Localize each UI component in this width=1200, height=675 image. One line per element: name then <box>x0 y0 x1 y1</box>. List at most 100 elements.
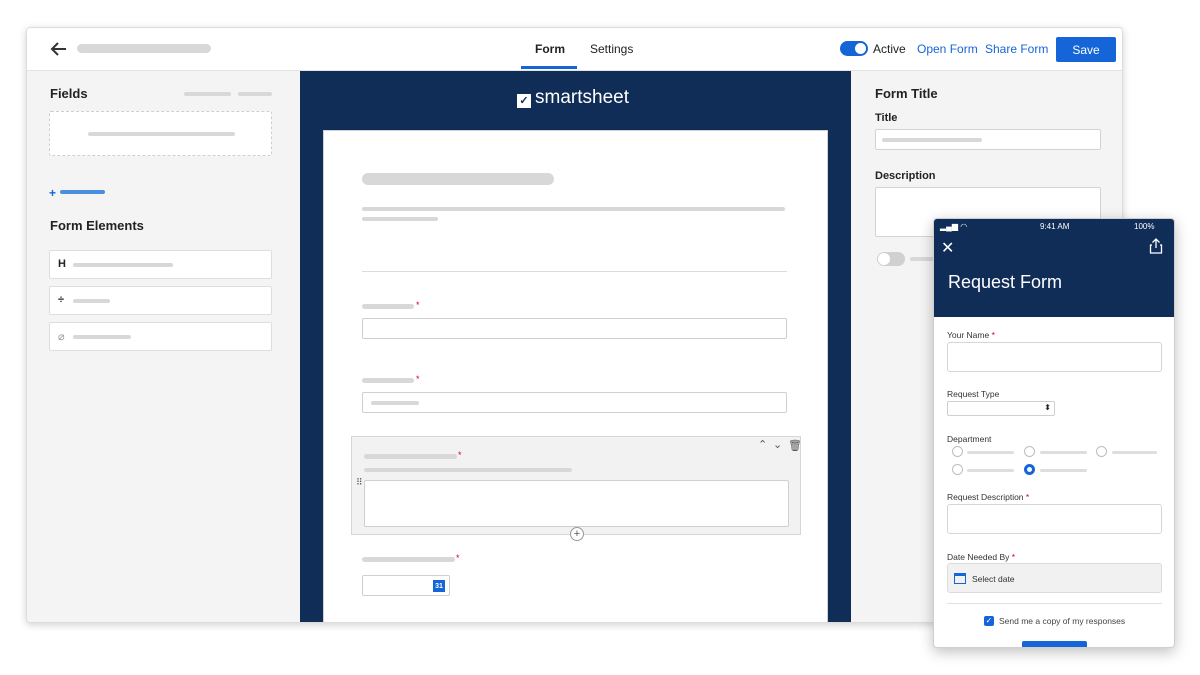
trash-icon[interactable]: 🗑 <box>788 439 802 452</box>
title-input[interactable] <box>875 129 1101 150</box>
fields-control-placeholder <box>184 92 231 96</box>
title-label: Title <box>875 112 898 124</box>
field-help-placeholder <box>364 468 572 472</box>
radio-label-placeholder <box>967 469 1014 472</box>
text-field[interactable] <box>362 318 787 339</box>
mobile-preview: ▂▄▆ ◠ 9:41 AM 100% ✕ Request Form Your N… <box>933 218 1175 648</box>
select-arrows-icon: ⬍ <box>1044 403 1051 412</box>
required-mark: * <box>416 374 420 384</box>
selected-field-block[interactable]: ⌃ ⌄ 🗑 ⠿ * + <box>351 436 802 541</box>
attachment-element[interactable]: ⌀ <box>49 322 272 351</box>
required-mark: * <box>456 553 460 563</box>
required-mark: * <box>458 450 462 460</box>
fields-control-placeholder <box>238 92 272 96</box>
element-label-placeholder <box>73 299 110 303</box>
form-preview: * * ⌃ ⌄ 🗑 ⠿ * + * 31 <box>323 130 828 622</box>
active-toggle[interactable] <box>840 41 868 56</box>
calendar-icon[interactable]: 31 <box>433 580 445 592</box>
field-dropzone[interactable] <box>49 111 272 156</box>
request-description-label-text: Request Description <box>947 492 1024 502</box>
form-desc-placeholder <box>362 207 785 211</box>
move-down-icon[interactable]: ⌄ <box>773 438 782 451</box>
request-description-label: Request Description * <box>947 492 1029 502</box>
send-copy-label: Send me a copy of my responses <box>999 616 1126 626</box>
sheet-name-placeholder <box>77 44 211 53</box>
required-mark: * <box>991 330 995 340</box>
field-label-placeholder <box>362 304 414 309</box>
share-form-link[interactable]: Share Form <box>985 42 1048 56</box>
open-form-link[interactable]: Open Form <box>917 42 978 56</box>
request-description-input[interactable] <box>947 504 1162 534</box>
top-bar: Form Settings Active Open Form Share For… <box>27 28 1122 71</box>
share-icon[interactable] <box>1149 238 1163 254</box>
save-button[interactable]: Save <box>1056 37 1116 62</box>
dropdown-field[interactable] <box>362 392 787 413</box>
add-field-plus-icon[interactable]: + <box>49 186 56 200</box>
radio-label-placeholder <box>1040 469 1087 472</box>
signal-icon: ▂▄▆ ◠ <box>940 222 968 231</box>
required-mark: * <box>1011 552 1016 562</box>
field-label-placeholder <box>362 557 455 562</box>
divider-element[interactable]: ÷ <box>49 286 272 315</box>
form-title-heading: Form Title <box>875 86 938 101</box>
mobile-header: ▂▄▆ ◠ 9:41 AM 100% ✕ Request Form <box>934 219 1174 317</box>
calendar-icon <box>954 573 966 584</box>
tab-settings[interactable]: Settings <box>590 42 633 56</box>
department-radio[interactable] <box>952 446 963 457</box>
status-time: 9:41 AM <box>1040 222 1070 231</box>
send-copy-checkbox[interactable]: ✓ <box>984 616 994 626</box>
request-type-label: Request Type <box>947 389 1000 399</box>
mobile-divider <box>947 603 1162 604</box>
heading-icon: H <box>58 258 66 270</box>
smartsheet-logo: ✓ smartsheet <box>517 87 629 109</box>
logo-text: smartsheet <box>535 87 629 108</box>
your-name-input[interactable] <box>947 342 1162 372</box>
option-toggle[interactable] <box>877 252 905 266</box>
left-panel: Fields + Form Elements H ÷ ⌀ <box>27 71 300 622</box>
drag-handle-icon[interactable]: ⠿ <box>356 477 363 488</box>
radio-label-placeholder <box>1040 451 1087 454</box>
field-label-placeholder <box>362 378 414 383</box>
form-desc-placeholder <box>362 217 438 221</box>
date-placeholder: Select date <box>972 574 1015 584</box>
radio-label-placeholder <box>967 451 1014 454</box>
field-label-placeholder <box>364 454 457 459</box>
form-canvas: ✓ smartsheet * * ⌃ ⌄ 🗑 ⠿ * + * 31 <box>300 71 851 622</box>
add-field-below-icon[interactable]: + <box>570 527 584 541</box>
date-needed-label: Date Needed By * <box>947 552 1015 562</box>
dropdown-value-placeholder <box>371 401 419 405</box>
status-battery: 100% <box>1134 222 1155 231</box>
element-label-placeholder <box>73 335 131 339</box>
active-tab-indicator <box>521 66 577 69</box>
heading-element[interactable]: H <box>49 250 272 279</box>
fields-heading: Fields <box>50 86 88 101</box>
submit-button[interactable] <box>1022 641 1087 647</box>
department-label: Department <box>947 434 992 444</box>
department-radio[interactable] <box>1096 446 1107 457</box>
divider-icon: ÷ <box>58 294 65 306</box>
mobile-form-title: Request Form <box>948 272 1063 292</box>
description-label: Description <box>875 170 936 182</box>
your-name-label-text: Your Name <box>947 330 990 340</box>
move-up-icon[interactable]: ⌃ <box>758 438 767 451</box>
date-field[interactable]: 31 <box>362 575 450 596</box>
textarea-field[interactable] <box>364 480 789 527</box>
tab-form[interactable]: Form <box>535 42 565 56</box>
radio-label-placeholder <box>1112 451 1157 454</box>
date-picker[interactable]: Select date <box>947 563 1162 593</box>
form-divider <box>362 271 787 272</box>
department-radio[interactable] <box>952 464 963 475</box>
required-mark: * <box>1025 492 1030 502</box>
paperclip-icon: ⌀ <box>58 331 65 343</box>
department-radio[interactable] <box>1024 446 1035 457</box>
add-field-link[interactable] <box>60 190 105 194</box>
back-arrow-icon[interactable] <box>49 39 69 59</box>
close-icon[interactable]: ✕ <box>941 238 954 258</box>
active-label: Active <box>873 42 906 56</box>
date-needed-label-text: Date Needed By <box>947 552 1010 562</box>
element-label-placeholder <box>73 263 173 267</box>
department-radio-selected[interactable] <box>1024 464 1035 475</box>
request-type-select[interactable]: ⬍ <box>947 401 1055 416</box>
title-value-placeholder <box>882 138 982 142</box>
smartsheet-check-icon: ✓ <box>517 94 531 108</box>
